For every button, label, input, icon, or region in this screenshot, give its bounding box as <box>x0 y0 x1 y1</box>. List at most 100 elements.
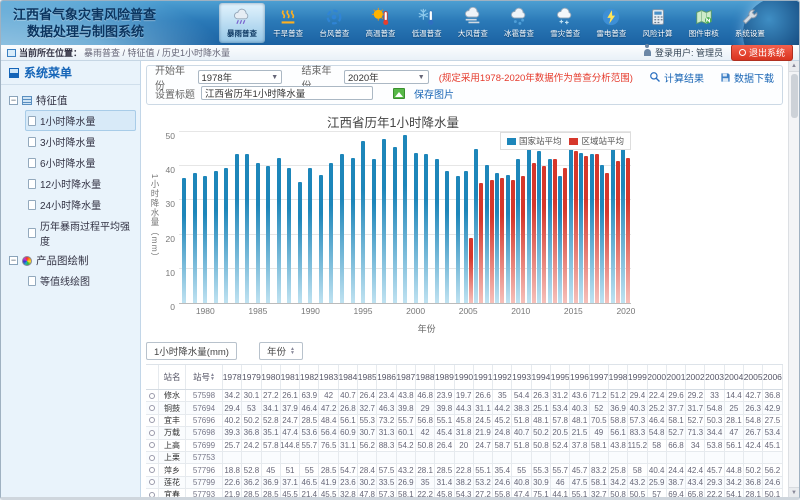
save-image-button[interactable]: 保存图片 <box>414 86 454 101</box>
value-cell: 66.8 <box>667 440 686 451</box>
logout-button[interactable]: 退出系统 <box>731 44 793 61</box>
toolbar-item-typhoon[interactable]: 台风普查 <box>311 3 357 43</box>
bar <box>193 173 197 303</box>
radio-button[interactable] <box>149 393 155 399</box>
calc-result-button[interactable]: 计算结果 <box>649 70 704 85</box>
table-row[interactable]: 上栗57753 <box>146 452 783 464</box>
header-station-name[interactable]: 站名 <box>159 365 186 389</box>
toolbar-item-hail[interactable]: 冰雹普查 <box>496 3 542 43</box>
sidebar-item[interactable]: 3小时降水量 <box>25 131 136 152</box>
radio-button[interactable] <box>149 442 155 448</box>
toolbar-item-snow[interactable]: 雪灾普查 <box>542 3 588 43</box>
main-content: 开始年份 1978年▼ 结束年份 2020年▼ (规定采用1978-2020年数… <box>141 61 788 498</box>
sidebar-item[interactable]: 等值线绘图 <box>25 270 136 291</box>
sidebar-item[interactable]: 12小时降水量 <box>25 173 136 194</box>
sidebar-item[interactable]: 24小时降水量 <box>25 194 136 215</box>
table-row[interactable]: 莲花5779922.636.236.937.146.541.923.630.23… <box>146 477 783 489</box>
x-tick-label: 1980 <box>196 306 215 316</box>
chart-title-input[interactable] <box>201 86 373 100</box>
toolbar-item-settings[interactable]: 系统设置 <box>727 3 773 43</box>
value-cell <box>551 452 570 463</box>
table-row[interactable]: 铜鼓5769429.45334.137.946.447.226.832.746.… <box>146 402 783 414</box>
table-unit-button[interactable]: 1小时降水量(mm) <box>146 342 237 360</box>
bar <box>464 171 468 303</box>
toolbar-item-wind[interactable]: 大风普查 <box>450 3 496 43</box>
value-cell: 25.8 <box>609 464 628 475</box>
radio-button[interactable] <box>149 417 155 423</box>
lightning-icon <box>600 7 622 27</box>
heat-icon <box>370 7 392 27</box>
value-cell: 42.4 <box>744 440 763 451</box>
image-icon <box>393 88 405 99</box>
value-cell: 73.2 <box>377 415 396 426</box>
end-year-select[interactable]: 2020年▼ <box>344 70 429 84</box>
toolbar-item-heat[interactable]: 高温普查 <box>358 3 404 43</box>
value-cell: 27.2 <box>262 390 281 401</box>
value-cell: 50.8 <box>416 440 435 451</box>
radio-button[interactable] <box>149 405 155 411</box>
header-year: 1998 <box>609 365 628 389</box>
toolbar-item-cold[interactable]: 低温普查 <box>404 3 450 43</box>
table-row[interactable]: 宜春5779321.928.528.545.521.445.532.847.85… <box>146 489 783 498</box>
bar-group-1992 <box>326 132 337 303</box>
header-station-id[interactable]: 站号▲▼ <box>186 365 223 389</box>
value-cell: 21.9 <box>474 427 493 438</box>
bar-group-1982 <box>221 132 232 303</box>
value-cell: 42.7 <box>744 390 763 401</box>
sidebar-group-0[interactable]: −特征值 <box>9 91 136 110</box>
row-radio-cell <box>146 477 159 488</box>
vertical-scrollbar[interactable]: ▲ ▼ <box>788 61 799 498</box>
table-sort-select[interactable]: 年份 ▲▼ <box>259 342 303 360</box>
table-row[interactable]: 修水5759834.230.127.226.163.94240.726.423.… <box>146 390 783 402</box>
sidebar-item[interactable]: 6小时降水量 <box>25 152 136 173</box>
scroll-up-arrow[interactable]: ▲ <box>789 61 799 72</box>
bar-group-2014 <box>558 132 569 303</box>
sidebar-item[interactable]: 历年暴雨过程平均强度 <box>25 215 136 251</box>
sidebar-item[interactable]: 1小时降水量 <box>25 110 136 131</box>
value-cell: 34 <box>686 440 705 451</box>
value-cell: 52.8 <box>242 464 261 475</box>
station-id: 57698 <box>186 427 223 438</box>
station-id: 57694 <box>186 402 223 413</box>
table-row[interactable]: 萍乡5779618.852.845515528.554.728.457.543.… <box>146 464 783 476</box>
value-cell: 34.2 <box>609 477 628 488</box>
value-cell: 45.4 <box>435 427 454 438</box>
table-row[interactable]: 上高5769925.724.257.8144.855.776.531.156.2… <box>146 440 783 452</box>
value-cell <box>744 452 763 463</box>
table-row[interactable]: 万载5769839.336.835.147.453.656.460.930.73… <box>146 427 783 439</box>
radio-button[interactable] <box>149 467 155 473</box>
header-year: 1979 <box>242 365 261 389</box>
sidebar-group-1[interactable]: −产品图绘制 <box>9 251 136 270</box>
radio-button[interactable] <box>149 430 155 436</box>
start-year-select[interactable]: 1978年▼ <box>198 70 283 84</box>
collapse-icon[interactable]: − <box>9 256 18 265</box>
radio-button[interactable] <box>149 455 155 461</box>
value-cell <box>686 452 705 463</box>
toolbar-item-label: 大风普查 <box>458 28 488 39</box>
bar <box>245 154 249 303</box>
value-cell: 31.2 <box>551 390 570 401</box>
value-cell: 29 <box>416 402 435 413</box>
value-cell: 29.2 <box>686 390 705 401</box>
value-cell: 42.9 <box>763 402 782 413</box>
vertical-scrollbar-thumb[interactable] <box>791 74 798 118</box>
scroll-down-arrow[interactable]: ▼ <box>789 487 799 498</box>
table-row[interactable]: 宜丰5769640.250.252.824.728.548.456.155.37… <box>146 415 783 427</box>
toolbar-item-drought[interactable]: 干旱普查 <box>265 3 311 43</box>
radio-button[interactable] <box>149 492 155 498</box>
header-year: 1994 <box>532 365 551 389</box>
page-icon <box>28 276 36 286</box>
row-radio-cell <box>146 440 159 451</box>
data-download-button[interactable]: 数据下载 <box>720 70 774 85</box>
value-cell: 53.2 <box>474 477 493 488</box>
toolbar-item-lightning[interactable]: 雷电普查 <box>588 3 634 43</box>
collapse-icon[interactable]: − <box>9 96 18 105</box>
value-cell: 46.8 <box>416 390 435 401</box>
bar-group-1990: 1990 <box>305 132 316 303</box>
value-cell: 37.1 <box>281 477 300 488</box>
toolbar-item-risk-calc[interactable]: 风险计算 <box>635 3 681 43</box>
toolbar-item-map-review[interactable]: 图件审核 <box>681 3 727 43</box>
toolbar-item-rainstorm[interactable]: 暴雨普查 <box>219 3 265 43</box>
radio-button[interactable] <box>149 479 155 485</box>
value-cell: 49 <box>590 427 609 438</box>
